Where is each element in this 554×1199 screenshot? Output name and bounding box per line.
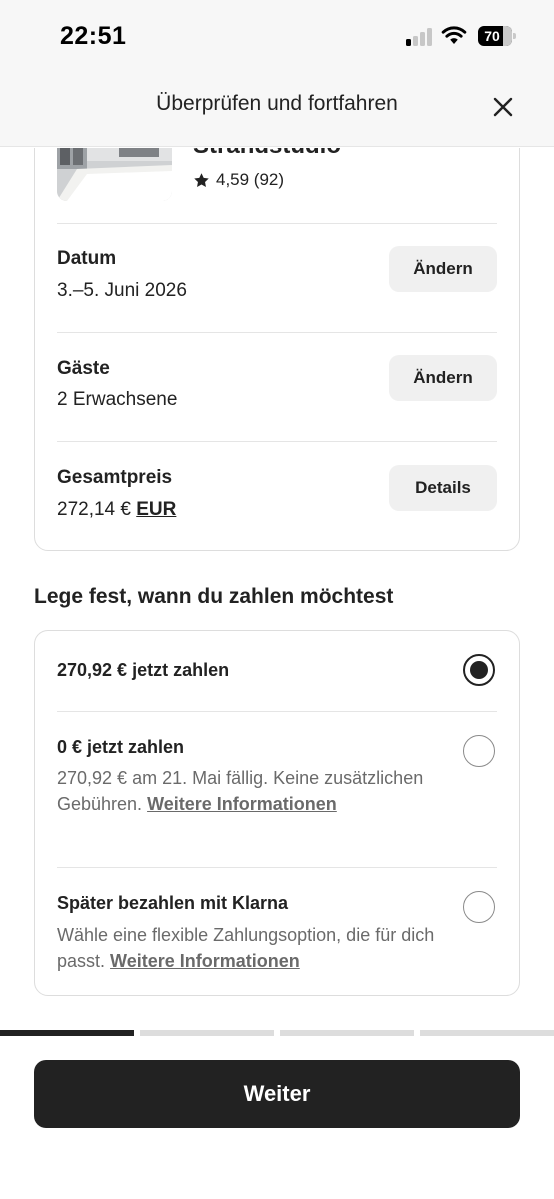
date-label: Datum — [57, 248, 117, 269]
option-title: Später bezahlen mit Klarna — [57, 893, 289, 913]
star-icon — [194, 172, 209, 187]
page-title: Überprüfen und fortfahren — [156, 92, 398, 115]
total-price-label: Gesamtpreis — [57, 467, 173, 488]
total-price-value: 272,14 € EUR — [57, 499, 176, 521]
battery-level: 70 — [484, 28, 500, 44]
radio-klarna[interactable] — [463, 891, 495, 923]
divider — [57, 711, 497, 712]
status-time: 22:51 — [60, 22, 127, 50]
trip-summary-card: Strandstudio 4,59 (92) Datum 3.–5. Juni … — [34, 148, 520, 551]
option-description: 270,92 € am 21. Mai fällig. Keine zusätz… — [57, 768, 424, 814]
payment-section-title: Lege fest, wann du zahlen möchtest — [34, 585, 394, 608]
more-info-link[interactable]: Weitere Informationen — [110, 951, 300, 971]
price-details-button[interactable]: Details — [389, 465, 497, 511]
listing-photo — [57, 148, 172, 201]
guests-value: 2 Erwachsene — [57, 389, 178, 410]
continue-button[interactable]: Weiter — [34, 1060, 520, 1128]
divider — [57, 332, 497, 333]
battery-icon: 70 — [478, 26, 516, 46]
currency-link[interactable]: EUR — [136, 499, 176, 520]
more-info-link[interactable]: Weitere Informationen — [147, 794, 337, 814]
scroll-content[interactable]: Strandstudio 4,59 (92) Datum 3.–5. Juni … — [0, 148, 554, 1028]
change-date-button[interactable]: Ändern — [389, 246, 497, 292]
radio-pay-later[interactable] — [463, 735, 495, 767]
page-header: Überprüfen und fortfahren — [0, 70, 554, 147]
date-value: 3.–5. Juni 2026 — [57, 280, 187, 301]
option-title: 270,92 € jetzt zahlen — [57, 660, 230, 680]
option-description: Wähle eine flexible Zahlungsoption, die … — [57, 925, 435, 971]
guests-label: Gäste — [57, 358, 110, 379]
status-bar: 22:51 70 — [0, 0, 554, 70]
close-icon[interactable] — [488, 92, 518, 122]
footer: Weiter — [0, 1036, 554, 1199]
change-guests-button[interactable]: Ändern — [389, 355, 497, 401]
wifi-icon — [441, 26, 467, 44]
option-title: 0 € jetzt zahlen — [57, 737, 185, 757]
listing-title: Strandstudio — [193, 148, 341, 160]
total-amount: 272,14 € — [57, 499, 131, 520]
radio-pay-now[interactable] — [463, 654, 495, 686]
divider — [57, 441, 497, 442]
payment-options-card: 270,92 € jetzt zahlen 0 € jetzt zahlen 2… — [34, 630, 520, 996]
cellular-signal-icon — [406, 28, 434, 46]
divider — [57, 867, 497, 868]
divider — [57, 223, 497, 224]
listing-rating: 4,59 (92) — [193, 170, 284, 190]
rating-text: 4,59 (92) — [216, 170, 285, 189]
